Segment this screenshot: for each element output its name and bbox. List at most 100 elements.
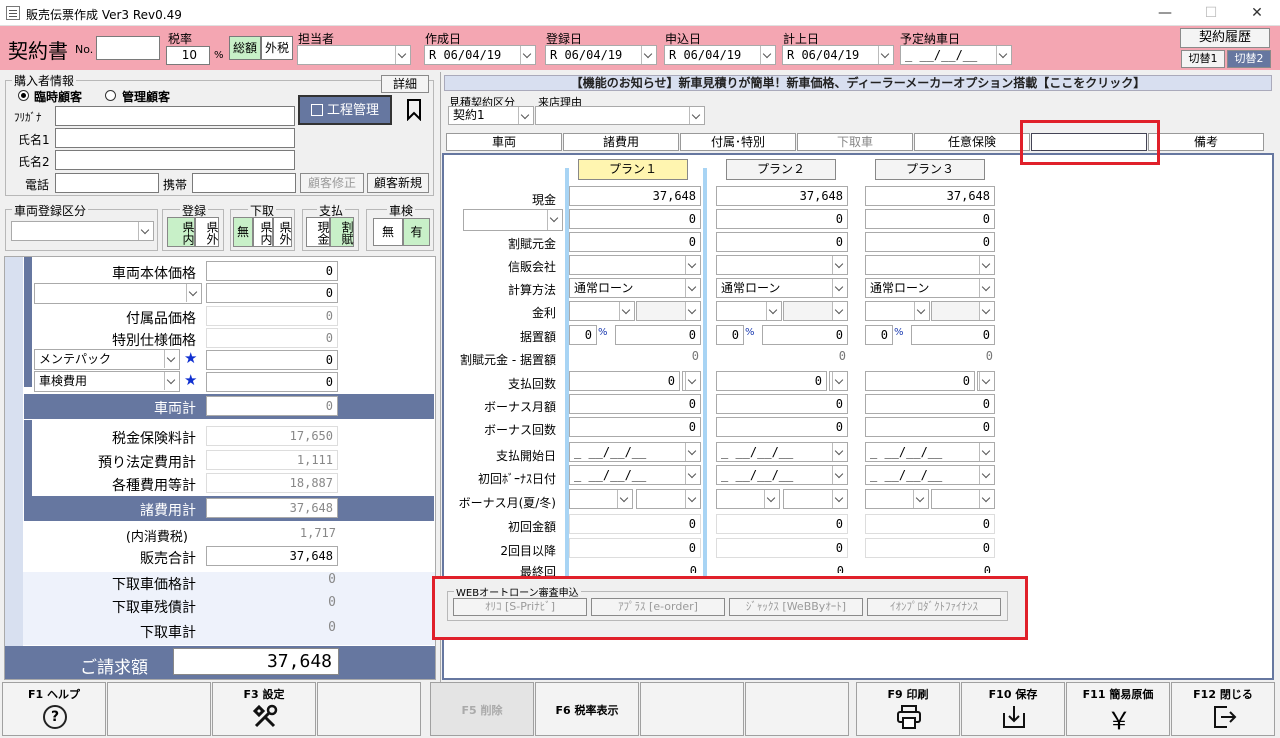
plan3-kappu[interactable]: 0 <box>865 232 995 252</box>
chevron-down-icon[interactable] <box>832 256 847 274</box>
plan1-keisan-select[interactable]: 通常ローン <box>569 278 701 298</box>
chevron-down-icon[interactable] <box>764 490 779 508</box>
plan1-shokai-bonus[interactable]: _ __/__/__ <box>569 465 701 485</box>
plan2-bonus-summer[interactable] <box>716 489 780 509</box>
radio-rinji[interactable] <box>18 90 29 101</box>
mente-select[interactable]: メンテパック <box>34 349 180 370</box>
plan3-bonus-winter[interactable] <box>931 489 995 509</box>
chevron-down-icon[interactable] <box>164 350 179 368</box>
extra-select[interactable] <box>34 283 202 304</box>
zeinuki-toggle[interactable]: 外税 <box>261 36 293 60</box>
kubun-select[interactable] <box>11 221 154 241</box>
tab-fuzoku[interactable]: 付属･特別 <box>680 133 796 151</box>
chevron-down-icon[interactable] <box>685 256 700 274</box>
plan2-kaishi[interactable]: _ __/__/__ <box>716 442 848 462</box>
chevron-down-icon[interactable] <box>832 302 847 320</box>
kirikae2-button[interactable]: 切替2 <box>1227 50 1271 68</box>
chevron-down-icon[interactable] <box>979 302 994 320</box>
chevron-down-icon[interactable] <box>832 443 847 461</box>
chevron-down-icon[interactable] <box>520 46 535 64</box>
chevron-down-icon[interactable] <box>164 372 179 390</box>
chevron-down-icon[interactable] <box>685 466 700 484</box>
plan3-kaishi[interactable]: _ __/__/__ <box>865 442 995 462</box>
furigana-input[interactable] <box>55 106 295 126</box>
chevron-down-icon[interactable] <box>395 46 410 64</box>
honntai-value[interactable]: 0 <box>206 261 338 281</box>
bookmark-icon[interactable] <box>406 99 422 122</box>
plan3-keisan-select[interactable]: 通常ローン <box>865 278 995 298</box>
tab-nini-hoken[interactable]: 任意保険 <box>914 133 1030 151</box>
shimei2-input[interactable] <box>55 150 295 170</box>
no-field[interactable] <box>96 36 160 60</box>
chevron-down-icon[interactable] <box>832 279 847 297</box>
chevron-down-icon[interactable] <box>996 46 1011 64</box>
plan3-genkin[interactable]: 37,648 <box>865 186 995 206</box>
close-button[interactable]: ✕ <box>1234 0 1280 26</box>
sakusei-date[interactable]: R 06/04/19 <box>424 45 536 65</box>
chevron-down-icon[interactable] <box>685 279 700 297</box>
f3-settings-button[interactable]: F3 設定 <box>212 682 316 736</box>
keijo-date[interactable]: R 06/04/19 <box>782 45 894 65</box>
f6-tax-button[interactable]: F6 税率表示 <box>535 682 639 736</box>
plan3-kaisu-dd[interactable] <box>977 371 995 391</box>
plan3-bonus-getsu[interactable]: 0 <box>865 394 995 414</box>
mente-value[interactable]: 0 <box>206 350 338 370</box>
extra-fee-select[interactable] <box>463 209 563 231</box>
chevron-down-icon[interactable] <box>547 210 562 230</box>
plan3-kinri-select-a[interactable] <box>865 301 930 321</box>
plan1-bonus-winter[interactable] <box>636 489 701 509</box>
plan1-kaisu-dd[interactable] <box>682 371 701 391</box>
tax-rate-field[interactable]: 10 <box>166 46 210 65</box>
plan1-bonus-kaisu[interactable]: 0 <box>569 417 701 437</box>
plan2-keisan-select[interactable]: 通常ローン <box>716 278 848 298</box>
plan1-kinri-select-a[interactable] <box>569 301 635 321</box>
f10-save-button[interactable]: F10 保存 <box>961 682 1065 736</box>
aeon-button[interactable]: ｲｵﾝﾌﾟﾛﾀﾞｸﾄﾌｧｲﾅﾝｽ <box>867 598 1001 616</box>
plan3-kaisu[interactable]: 0 <box>865 371 975 391</box>
chevron-down-icon[interactable] <box>685 490 700 508</box>
plan2-bonus-kaisu[interactable]: 0 <box>716 417 848 437</box>
plan1-shinpan-select[interactable] <box>569 255 701 275</box>
extra-value[interactable]: 0 <box>206 283 338 303</box>
keitai-input[interactable] <box>192 173 296 193</box>
plan3-rate[interactable]: 0 <box>865 325 893 345</box>
f9-print-button[interactable]: F9 印刷 <box>856 682 960 736</box>
tab-biko[interactable]: 備考 <box>1148 133 1264 151</box>
plan1-sueoki[interactable]: 0 <box>615 325 701 345</box>
plan1-kaisu[interactable]: 0 <box>569 371 680 391</box>
shaken-ari[interactable]: 有 <box>403 218 430 246</box>
chevron-down-icon[interactable] <box>832 490 847 508</box>
history-button[interactable]: 契約履歴 <box>1180 28 1270 48</box>
plan3-kinri-select-b[interactable] <box>931 301 995 321</box>
toroku-kengai[interactable]: 県外 <box>195 217 219 247</box>
sogaku-toggle[interactable]: 総額 <box>229 36 261 60</box>
plan2-bonus-winter[interactable] <box>783 489 848 509</box>
chevron-down-icon[interactable] <box>617 490 632 508</box>
plan1-rate[interactable]: 0 <box>569 325 597 345</box>
shaken-value[interactable]: 0 <box>206 372 338 392</box>
yotei-date[interactable]: _ __/__/__ <box>900 45 1012 65</box>
chevron-down-icon[interactable] <box>979 443 994 461</box>
tanto-select[interactable] <box>297 45 411 65</box>
f12-close-button[interactable]: F12 閉じる <box>1171 682 1275 736</box>
plan2-kinri-select-a[interactable] <box>716 301 782 321</box>
plan2-sueoki[interactable]: 0 <box>762 325 848 345</box>
chevron-down-icon[interactable] <box>979 490 994 508</box>
plan3-shinpan-select[interactable] <box>865 255 995 275</box>
chevron-down-icon[interactable] <box>979 279 994 297</box>
tab-shitadori[interactable]: 下取車 <box>797 133 913 151</box>
chevron-down-icon[interactable] <box>685 372 700 390</box>
f11-cost-button[interactable]: F11 簡易原価 ￥ <box>1066 682 1170 736</box>
kirikae1-button[interactable]: 切替1 <box>1181 50 1225 68</box>
plan2-header[interactable]: プラン２ <box>726 159 836 180</box>
chevron-down-icon[interactable] <box>685 443 700 461</box>
chevron-down-icon[interactable] <box>685 302 700 320</box>
plan2-genkin[interactable]: 37,648 <box>716 186 848 206</box>
plan3-sueoki[interactable]: 0 <box>911 325 995 345</box>
denwa-input[interactable] <box>55 173 159 193</box>
chevron-down-icon[interactable] <box>979 256 994 274</box>
radio-kanri[interactable] <box>105 90 116 101</box>
plan2-shinpan-select[interactable] <box>716 255 848 275</box>
chevron-down-icon[interactable] <box>979 466 994 484</box>
f8-empty-button[interactable] <box>745 682 849 736</box>
